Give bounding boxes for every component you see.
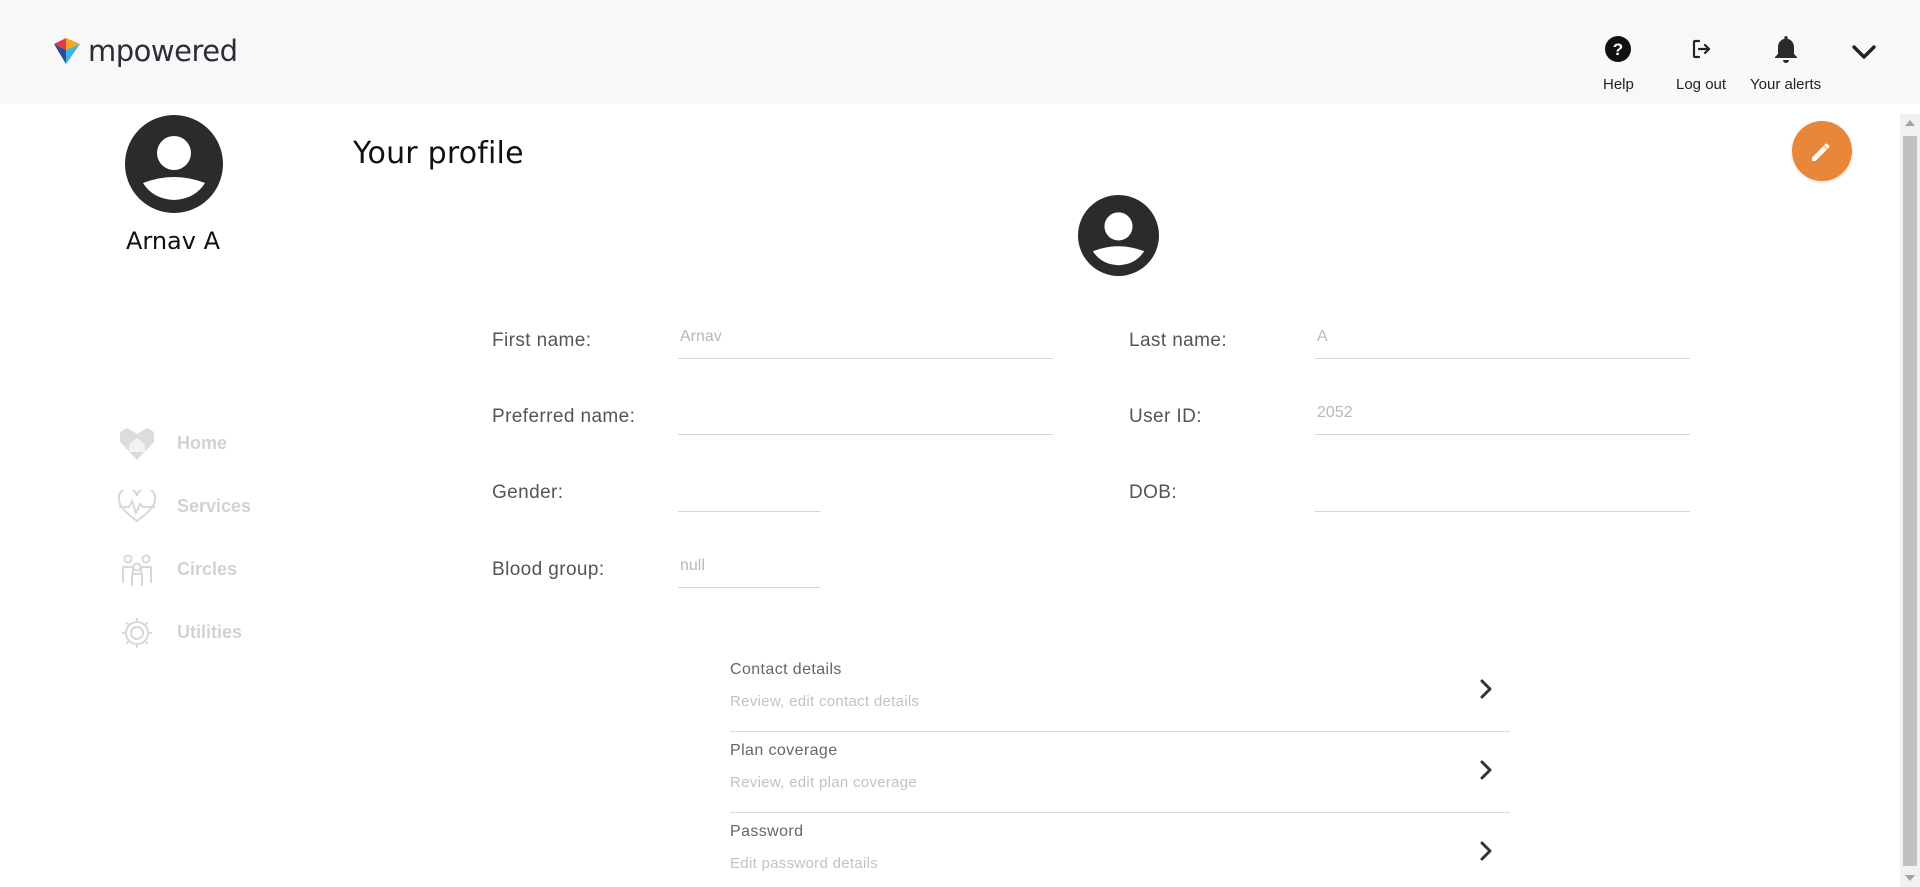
first-name-label: First name: [492, 330, 592, 351]
chevron-down-icon [1849, 37, 1879, 67]
alerts-label: Your alerts [1750, 76, 1822, 93]
logout-label: Log out [1676, 76, 1727, 93]
user-avatar-icon[interactable] [125, 115, 223, 213]
chevron-right-icon [1480, 679, 1492, 699]
password-link[interactable]: Password Edit password details [730, 813, 1510, 887]
link-title: Plan coverage [730, 742, 838, 759]
sidebar-item-utilities[interactable]: Utilities [117, 601, 242, 664]
logout-icon [1686, 34, 1716, 64]
brand-name: mpowered [88, 34, 238, 68]
gender-label: Gender: [492, 482, 564, 503]
sidebar: Arnav A Home Services Circles Utilities [40, 104, 310, 887]
scrollbar-thumb[interactable] [1903, 136, 1917, 866]
last-name-field[interactable] [1315, 324, 1690, 359]
top-header: mpowered ? Help Log out Your alerts [0, 0, 1920, 104]
help-icon: ? [1603, 34, 1633, 64]
sidebar-item-label: Services [177, 496, 252, 516]
link-subtitle: Review, edit plan coverage [730, 774, 918, 791]
blood-group-field[interactable] [678, 553, 820, 588]
logo-mark-icon [54, 38, 80, 64]
page-scrollbar[interactable] [1900, 114, 1920, 887]
account-menu-toggle[interactable] [1849, 37, 1879, 67]
edit-profile-button[interactable] [1792, 121, 1852, 181]
scroll-down-arrow-icon[interactable] [1900, 869, 1920, 887]
logout-button[interactable]: Log out [1676, 34, 1726, 93]
chevron-right-icon [1480, 760, 1492, 780]
preferred-name-field[interactable] [678, 400, 1053, 435]
sidebar-item-label: Circles [177, 559, 238, 579]
profile-photo-icon[interactable] [1078, 195, 1159, 276]
sidebar-item-label: Home [177, 433, 228, 453]
page-title: Your profile [353, 136, 524, 171]
help-button[interactable]: ? Help [1603, 34, 1634, 93]
heart-home-icon [117, 424, 157, 464]
sidebar-item-home[interactable]: Home [117, 412, 227, 475]
help-label: Help [1603, 76, 1634, 93]
link-title: Contact details [730, 661, 842, 678]
link-subtitle: Review, edit contact details [730, 693, 920, 710]
sidebar-item-label: Utilities [177, 622, 243, 642]
heart-pulse-icon [117, 487, 157, 527]
gender-field[interactable] [678, 477, 820, 512]
sidebar-item-services[interactable]: Services [117, 475, 251, 538]
last-name-label: Last name: [1129, 330, 1227, 351]
gear-icon [117, 613, 157, 653]
svg-text:?: ? [1613, 40, 1623, 59]
pencil-icon [1812, 143, 1830, 161]
dob-label: DOB: [1129, 482, 1178, 503]
sidebar-item-circles[interactable]: Circles [117, 538, 237, 601]
sidebar-user-name: Arnav A [125, 227, 221, 255]
alerts-button[interactable]: Your alerts [1750, 34, 1821, 93]
user-id-field[interactable] [1315, 400, 1690, 435]
brand-logo[interactable]: mpowered [52, 34, 238, 68]
bell-icon [1771, 34, 1801, 64]
link-subtitle: Edit password details [730, 855, 879, 872]
first-name-field[interactable] [678, 324, 1053, 359]
dob-field[interactable] [1315, 477, 1690, 512]
user-id-label: User ID: [1129, 406, 1202, 427]
scroll-up-arrow-icon[interactable] [1900, 114, 1920, 132]
link-title: Password [730, 823, 804, 840]
contact-details-link[interactable]: Contact details Review, edit contact det… [730, 651, 1510, 732]
plan-coverage-link[interactable]: Plan coverage Review, edit plan coverage [730, 732, 1510, 813]
people-icon [117, 550, 157, 590]
chevron-right-icon [1480, 841, 1492, 861]
sidebar-nav: Home Services Circles Utilities [117, 412, 251, 664]
preferred-name-label: Preferred name: [492, 406, 636, 427]
blood-group-label: Blood group: [492, 559, 605, 580]
